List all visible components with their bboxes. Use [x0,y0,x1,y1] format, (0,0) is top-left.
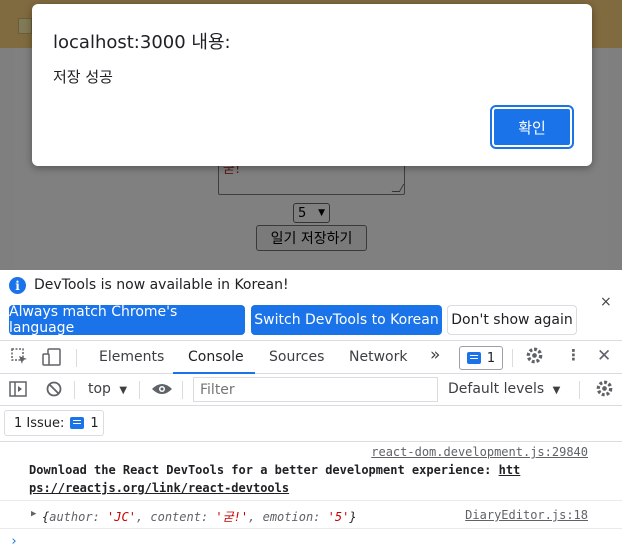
message-icon [70,417,85,429]
resize-handle-icon[interactable] [391,184,404,192]
tab-network[interactable]: Network [349,349,407,365]
device-toolbar-icon[interactable] [42,348,62,370]
clear-console-icon[interactable] [46,381,62,401]
console-filter-input[interactable] [193,377,438,402]
toolbar-divider [182,381,183,399]
console-prompt-icon[interactable]: › [10,534,18,549]
log-message: Download the React DevTools for a better… [29,463,520,477]
log-source-link[interactable]: DiaryEditor.js:18 [465,508,588,522]
console-settings-gear-icon[interactable] [595,379,614,402]
tab-sources[interactable]: Sources [269,349,324,365]
toolbar-divider [512,349,513,367]
issues-bar-count: 1 [90,415,99,431]
issues-counter-button[interactable]: 1 [459,346,503,370]
emotion-select[interactable]: 5 ▼ [293,203,330,223]
save-diary-button[interactable]: 일기 저장하기 [256,225,367,251]
context-selector[interactable]: top ▼ [88,381,127,397]
log-levels-label: Default levels [448,381,545,397]
devtools-panel: i DevTools is now available in Korean! ×… [0,270,622,556]
devtools-tabbar: Elements Console Sources Network » 1 ⋮ ✕ [0,340,622,374]
switch-to-korean-button[interactable]: Switch DevTools to Korean [251,305,442,335]
obj-val-content: '굳!' [215,510,249,524]
infobar-message: DevTools is now available in Korean! [34,277,289,293]
console-toolbar: top ▼ Default levels ▼ [0,374,622,406]
page-tab-stub [18,18,32,34]
toolbar-divider [139,381,140,399]
chevron-down-icon: ▼ [119,385,128,396]
obj-brace-close: } [349,510,357,524]
sidebar-toggle-icon[interactable] [9,381,27,401]
obj-key-content: , content: [135,510,216,524]
dialog-ok-button[interactable]: 확인 [490,105,574,149]
console-output: react-dom.development.js:29840 Download … [0,442,622,556]
info-icon: i [9,277,26,294]
settings-gear-icon[interactable] [525,346,544,369]
tab-elements[interactable]: Elements [99,349,164,365]
log-divider [0,528,622,529]
context-label: top [88,381,111,397]
log-message-text: Download the React DevTools for a better… [29,463,499,477]
log-source-link[interactable]: react-dom.development.js:29840 [371,445,588,459]
obj-val-author: 'JC' [107,510,136,524]
more-tabs-icon[interactable]: » [430,345,440,365]
log-message-continued: ps://reactjs.org/link/react-devtools [29,481,289,495]
kebab-menu-icon[interactable]: ⋮ [566,346,581,364]
dont-show-again-button[interactable]: Don't show again [447,305,577,335]
chevron-down-icon: ▼ [318,208,325,218]
toolbar-divider [74,381,75,399]
open-issues-button[interactable]: 1 Issue: 1 [4,410,104,436]
alert-dialog: localhost:3000 내용: 저장 성공 확인 [32,4,592,166]
tab-console[interactable]: Console [188,349,244,365]
logged-object[interactable]: {author: 'JC', content: '굳!', emotion: '… [42,508,357,525]
devtools-link-continued[interactable]: ps://reactjs.org/link/react-devtools [29,481,289,495]
obj-val-emotion: '5' [327,510,350,524]
log-levels-dropdown[interactable]: Default levels ▼ [448,381,560,397]
expand-triangle-icon[interactable]: ▶ [31,509,36,519]
obj-key-author: author: [49,510,108,524]
close-devtools-icon[interactable]: ✕ [597,346,611,366]
language-infobar: i DevTools is now available in Korean! ×… [0,270,622,340]
emotion-select-value: 5 [298,205,307,221]
toolbar-divider [76,349,77,367]
dialog-message: 저장 성공 [53,68,113,86]
always-match-language-button[interactable]: Always match Chrome's language [9,304,245,336]
issues-bar: 1 Issue: 1 [0,406,622,442]
toolbar-divider [579,381,580,399]
devtools-link[interactable]: htt [499,463,521,477]
log-divider [0,500,622,501]
live-expression-eye-icon[interactable] [151,381,173,401]
inspect-element-icon[interactable] [11,348,29,370]
issues-label: 1 Issue: [14,415,65,431]
message-icon [466,352,481,364]
dialog-title: localhost:3000 내용: [53,32,231,53]
issues-count: 1 [486,350,496,366]
chevron-down-icon: ▼ [552,385,561,396]
close-icon[interactable]: × [600,294,612,310]
obj-key-emotion: , emotion: [248,510,328,524]
